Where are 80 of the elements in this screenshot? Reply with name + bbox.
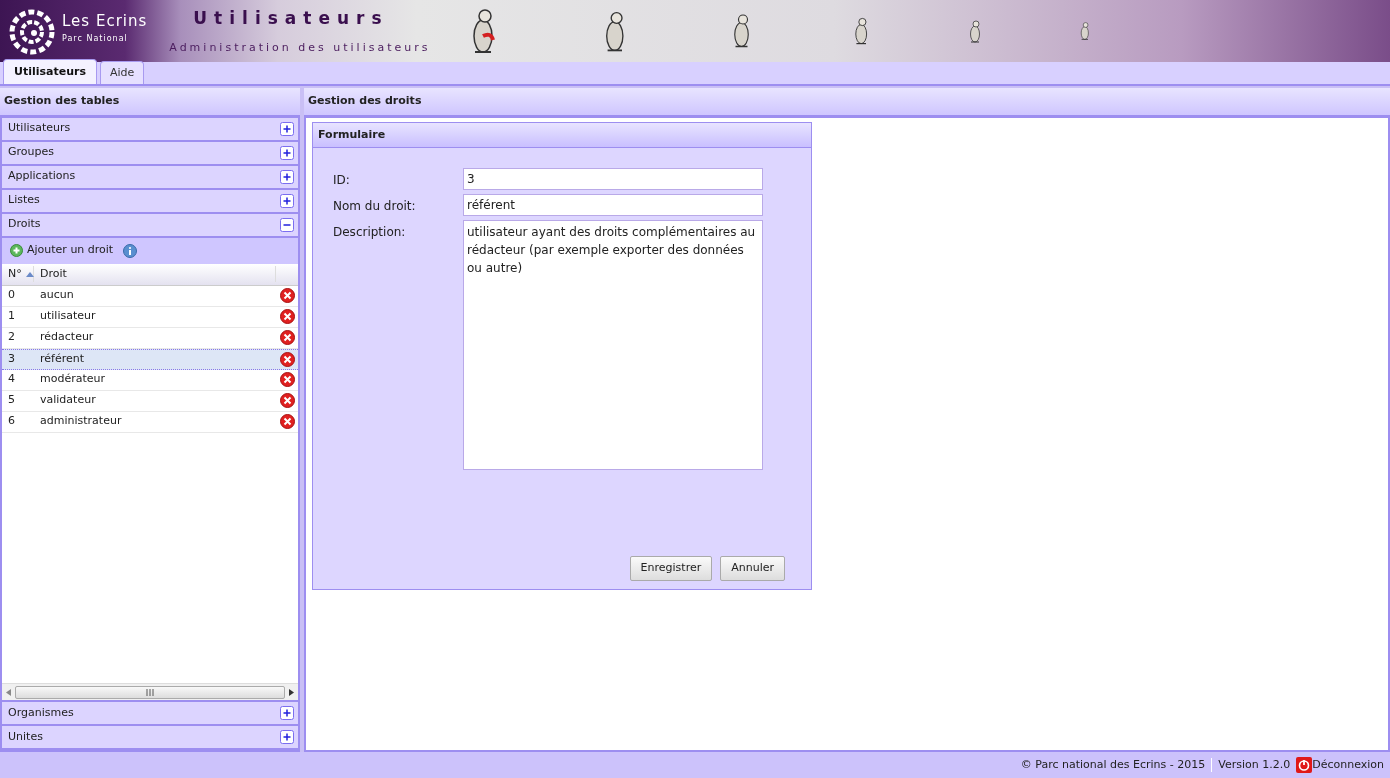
input-field[interactable]: référent (463, 194, 763, 216)
column-header[interactable]: N° (8, 265, 22, 283)
table-cell: 1 (8, 309, 15, 323)
field-label: Description: (333, 224, 407, 241)
table-cell: référent (40, 351, 85, 365)
power-icon[interactable] (1296, 757, 1313, 773)
app-subtitle: Administration des utilisateurs (169, 39, 431, 56)
table-row[interactable]: 1 utilisateur (2, 306, 298, 328)
accordion-label: Applications (8, 168, 76, 185)
panel-title: Gestion des droits (304, 88, 1390, 116)
table-row[interactable]: 0 aucun (2, 285, 298, 307)
delete-icon[interactable] (279, 288, 295, 303)
delete-icon[interactable] (279, 309, 295, 324)
panel-title: Gestion des tables (0, 88, 300, 116)
accordion-label: Listes (8, 192, 40, 209)
input-field[interactable]: 3 (463, 168, 763, 190)
table-cell: utilisateur (40, 309, 96, 323)
logout-link[interactable]: Déconnexion (1312, 756, 1384, 774)
accordion-header[interactable]: Organismes (2, 702, 298, 724)
delete-icon[interactable] (279, 372, 295, 387)
horizontal-scrollbar[interactable] (2, 683, 298, 700)
collapse-icon[interactable] (280, 217, 294, 232)
expand-icon[interactable] (280, 145, 294, 160)
version-text: Version 1.2.0 (1218, 756, 1291, 773)
accordion-header[interactable]: Listes (2, 189, 298, 212)
accordion-label: Organismes (8, 704, 74, 721)
column-header[interactable]: Droit (40, 266, 67, 280)
cancel-button[interactable]: Annuler (720, 556, 785, 581)
table-cell: aucun (40, 288, 74, 302)
expand-icon[interactable] (280, 193, 294, 208)
expand-icon[interactable] (280, 121, 294, 136)
form-title: Formulaire (313, 122, 811, 148)
accordion-label: Unites (8, 728, 43, 745)
accordion-label: Utilisateurs (8, 120, 71, 137)
field-label: ID: (333, 172, 351, 189)
accordion-header[interactable]: Applications (2, 165, 298, 188)
add-icon[interactable] (10, 244, 23, 257)
table-cell: rédacteur (40, 330, 94, 344)
logo-subtext: Parc National (62, 32, 129, 45)
scroll-left-icon[interactable] (6, 688, 11, 696)
table-row[interactable]: 3 référent (2, 348, 298, 370)
field-label: Nom du droit: (333, 198, 417, 215)
accordion-label: Groupes (8, 144, 54, 161)
delete-icon[interactable] (279, 330, 295, 345)
scroll-right-icon[interactable] (289, 688, 294, 696)
expand-icon[interactable] (280, 730, 294, 744)
accordion-header[interactable]: Utilisateurs (2, 117, 298, 140)
table-cell: modérateur (40, 372, 106, 386)
add-link[interactable]: Ajouter un droit (27, 242, 114, 259)
save-button[interactable]: Enregistrer (629, 556, 713, 581)
table-cell: 0 (8, 288, 15, 302)
accordion-header[interactable]: Droits (2, 213, 298, 236)
sort-ascending-icon (25, 271, 34, 277)
expand-icon[interactable] (280, 169, 294, 184)
tab[interactable]: Utilisateurs (3, 58, 97, 84)
accordion-label: Droits (8, 216, 41, 233)
accordion-header[interactable]: Unites (2, 726, 298, 748)
table-row[interactable]: 5 validateur (2, 390, 298, 412)
delete-icon[interactable] (279, 414, 295, 429)
table-row[interactable]: 6 administrateur (2, 411, 298, 433)
logo-text: Les Ecrins (62, 11, 148, 32)
table-cell: 2 (8, 330, 15, 344)
expand-icon[interactable] (280, 706, 294, 720)
delete-icon[interactable] (279, 351, 295, 367)
app-title: Utilisateurs (192, 7, 390, 30)
table-row[interactable]: 4 modérateur (2, 369, 298, 391)
copyright-text: © Parc national des Ecrins - 2015 (1020, 756, 1206, 773)
table-cell: 3 (8, 351, 15, 365)
delete-icon[interactable] (279, 393, 295, 408)
info-icon[interactable] (123, 243, 138, 258)
tab[interactable]: Aide (100, 60, 145, 84)
table-cell: administrateur (40, 414, 122, 428)
grip-icon (146, 688, 154, 696)
table-cell: 5 (8, 393, 15, 407)
table-cell: validateur (40, 393, 96, 407)
table-cell: 6 (8, 414, 15, 428)
accordion-header[interactable]: Groupes (2, 141, 298, 164)
text-area[interactable]: utilisateur ayant des droits complémentaires au rédacteur (par exemple exporter des données ou autre) (463, 220, 763, 470)
table-row[interactable]: 2 rédacteur (2, 327, 298, 349)
table-cell: 4 (8, 372, 15, 386)
